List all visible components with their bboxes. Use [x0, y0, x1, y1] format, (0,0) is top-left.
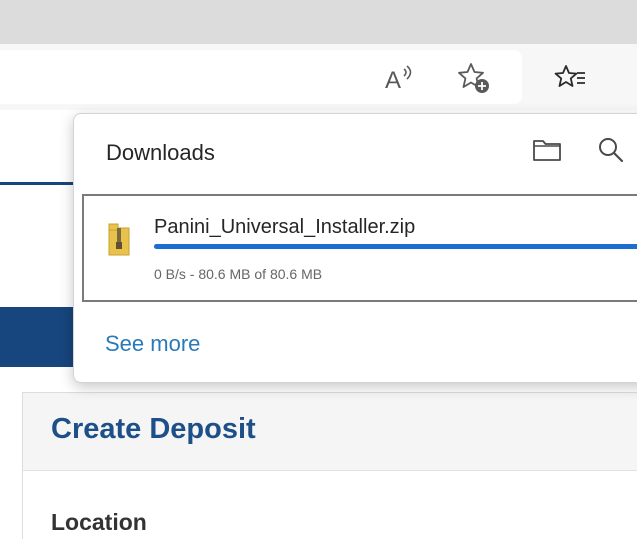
card-title: Create Deposit [51, 413, 256, 445]
tab-strip [0, 0, 637, 44]
svg-text:A: A [385, 67, 401, 93]
favorites-icon [554, 63, 588, 93]
download-progress-bar [154, 244, 637, 249]
download-status: 0 B/s - 80.6 MB of 80.6 MB [154, 266, 323, 282]
downloads-title: Downloads [106, 140, 215, 165]
download-item[interactable]: Panini_Universal_Installer.zip 0 B/s - 8… [82, 194, 637, 302]
search-icon [597, 136, 625, 169]
read-aloud-button[interactable]: A [380, 58, 420, 98]
downloads-flyout: Downloads Panini_Universal_Installer.zip… [73, 113, 637, 383]
read-aloud-icon: A [383, 63, 417, 93]
zip-file-icon [108, 222, 130, 256]
open-downloads-folder-button[interactable] [527, 132, 567, 172]
location-label: Location [51, 509, 147, 535]
add-favorite-icon [457, 61, 491, 95]
address-bar[interactable] [0, 50, 522, 104]
folder-icon [532, 137, 562, 168]
download-progress-fill [154, 244, 637, 249]
add-favorite-button[interactable] [454, 58, 494, 98]
create-deposit-card: Create Deposit Location [22, 392, 637, 539]
download-file-name[interactable]: Panini_Universal_Installer.zip [154, 216, 415, 239]
search-downloads-button[interactable] [591, 132, 631, 172]
card-header: Create Deposit [23, 393, 637, 471]
favorites-button[interactable] [551, 58, 591, 98]
see-more-link[interactable]: See more [105, 331, 200, 357]
